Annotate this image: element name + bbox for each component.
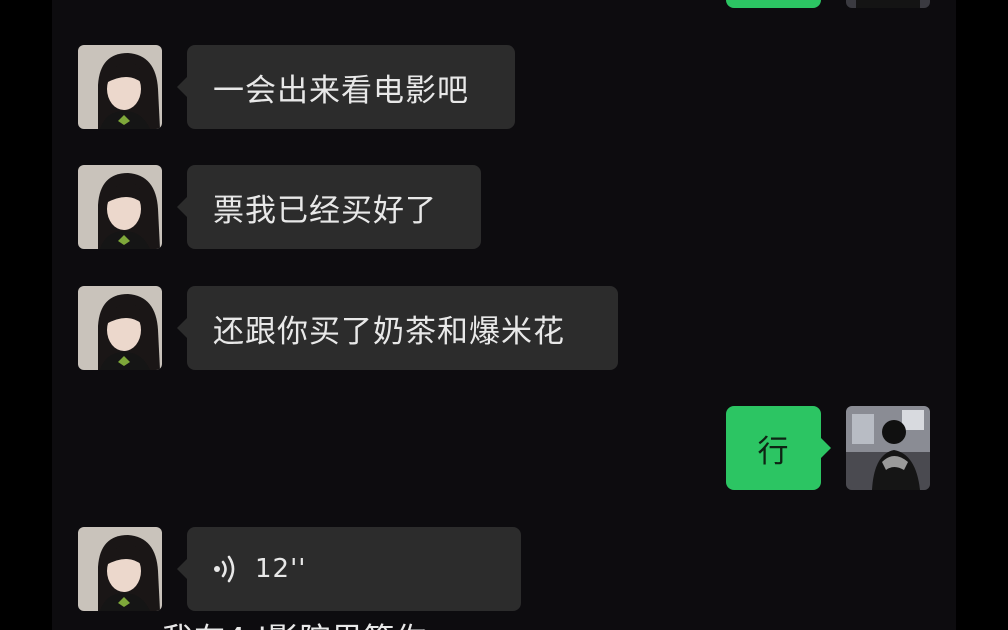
voice-message-bubble[interactable]: 12'' [177,527,521,611]
chat-message-list[interactable]: 一会出来看电影吧 票我已经买好了 还跟你买了奶茶和爆米花 行 12'' [52,0,956,630]
message-text: 一会出来看电影吧 [213,72,469,109]
message-text-partial: 我在4d影院里等你 [162,614,427,630]
message-text: 票我已经买好了 [213,192,437,229]
message-bubble-incoming[interactable]: 一会出来看电影吧 [177,45,515,129]
avatar-contact[interactable] [78,165,162,249]
message-bubble-outgoing-partial[interactable] [726,0,821,8]
chat-screen: 一会出来看电影吧 票我已经买好了 还跟你买了奶茶和爆米花 行 12'' [0,0,1008,630]
voice-duration: 12'' [255,554,307,584]
message-bubble-incoming[interactable]: 票我已经买好了 [177,165,481,249]
avatar-contact[interactable] [78,286,162,370]
avatar-contact[interactable] [78,45,162,129]
message-bubble-outgoing[interactable]: 行 [726,406,831,490]
avatar-contact[interactable] [78,527,162,611]
message-bubble-incoming[interactable]: 还跟你买了奶茶和爆米花 [177,286,618,370]
message-text: 行 [757,433,790,470]
voice-wave-icon [213,554,239,584]
message-text: 还跟你买了奶茶和爆米花 [213,313,565,350]
avatar-self[interactable] [846,406,930,490]
avatar-self-partial[interactable] [846,0,930,8]
